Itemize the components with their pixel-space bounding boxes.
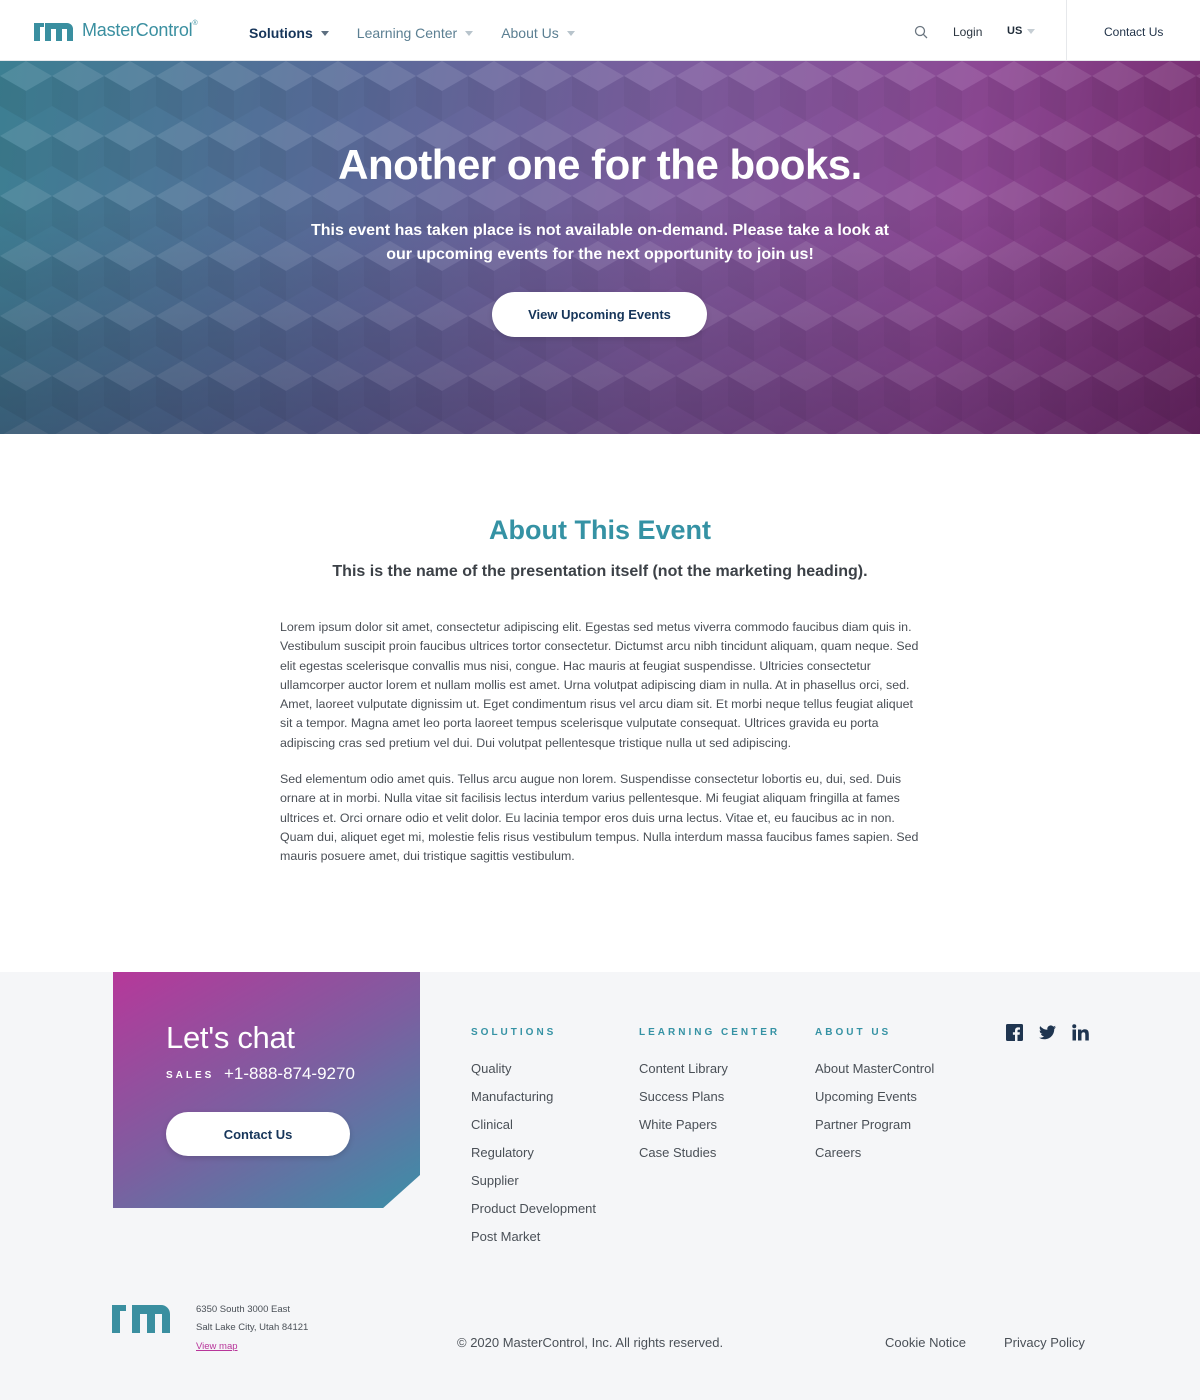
locale-label: US [1007, 25, 1023, 37]
footer-link-post-market[interactable]: Post Market [471, 1228, 596, 1256]
chevron-down-icon [320, 31, 329, 36]
main-nav: Solutions Learning Center About Us [249, 25, 603, 41]
privacy-policy-link[interactable]: Privacy Policy [1004, 1335, 1085, 1350]
footer-link-success-plans[interactable]: Success Plans [639, 1088, 780, 1116]
footer-link-partner-program[interactable]: Partner Program [815, 1116, 934, 1144]
brand-name: MasterControl® [82, 20, 198, 40]
nav-learning-center-label: Learning Center [356, 25, 458, 41]
hero-banner: Another one for the books. This event ha… [0, 61, 1200, 434]
footer-link-case-studies[interactable]: Case Studies [639, 1144, 780, 1172]
twitter-icon[interactable] [1039, 1024, 1056, 1041]
mastercontrol-logo-icon [34, 22, 73, 41]
header-divider [1066, 0, 1067, 61]
about-paragraph: Sed elementum odio amet quis. Tellus arc… [280, 772, 919, 864]
nav-about-us-label: About Us [501, 25, 559, 41]
footer-col-heading: LEARNING CENTER [639, 1027, 781, 1038]
footer-link-quality[interactable]: Quality [471, 1060, 596, 1088]
about-event-title: About This Event [489, 515, 711, 545]
cookie-notice-link[interactable]: Cookie Notice [885, 1335, 966, 1350]
chevron-down-icon [566, 31, 575, 36]
linkedin-icon[interactable] [1072, 1024, 1089, 1041]
company-address: 6350 South 3000 East Salt Lake City, Uta… [196, 1301, 308, 1337]
footer-link-regulatory[interactable]: Regulatory [471, 1144, 596, 1172]
footer-col-about-us: ABOUT US About MasterControl Upcoming Ev… [815, 1027, 934, 1172]
brand-logo[interactable]: MasterControl® [34, 20, 198, 41]
chevron-down-icon [465, 31, 474, 36]
site-header: MasterControl® Solutions Learning Center… [0, 0, 1200, 61]
mastercontrol-footer-logo-icon[interactable] [112, 1305, 170, 1333]
chat-title: Let's chat [166, 1020, 295, 1055]
footer-contact-us-button[interactable]: Contact Us [166, 1112, 350, 1156]
presentation-name: This is the name of the presentation its… [332, 563, 868, 580]
footer-link-manufacturing[interactable]: Manufacturing [471, 1088, 596, 1116]
copyright: © 2020 MasterControl, Inc. All rights re… [457, 1335, 724, 1350]
login-link[interactable]: Login [953, 25, 982, 39]
footer-link-content-library[interactable]: Content Library [639, 1060, 780, 1088]
footer-link-upcoming-events[interactable]: Upcoming Events [815, 1088, 934, 1116]
site-footer: Let's chat SALES +1-888-874-9270 Contact… [0, 972, 1200, 1400]
footer-col-heading: SOLUTIONS [471, 1027, 557, 1038]
footer-col-learning-center: LEARNING CENTER Content Library Success … [639, 1027, 780, 1172]
nav-about-us[interactable]: About Us [501, 25, 575, 41]
sales-phone[interactable]: +1-888-874-9270 [224, 1064, 355, 1084]
social-links [1006, 1024, 1089, 1041]
hero-subtitle: This event has taken place is not availa… [311, 222, 889, 263]
footer-link-careers[interactable]: Careers [815, 1144, 934, 1172]
footer-link-clinical[interactable]: Clinical [471, 1116, 596, 1144]
footer-link-product-development[interactable]: Product Development [471, 1200, 596, 1228]
address-line: 6350 South 3000 East [196, 1304, 291, 1315]
view-map-link[interactable]: View map [196, 1341, 238, 1352]
sales-label: SALES [166, 1070, 215, 1081]
nav-solutions[interactable]: Solutions [249, 25, 329, 41]
footer-col-heading: ABOUT US [815, 1027, 892, 1038]
footer-link-white-papers[interactable]: White Papers [639, 1116, 780, 1144]
address-line: Salt Lake City, Utah 84121 [196, 1322, 309, 1333]
footer-col-solutions: SOLUTIONS Quality Manufacturing Clinical… [471, 1027, 596, 1256]
footer-link-supplier[interactable]: Supplier [471, 1172, 596, 1200]
footer-link-about-mastercontrol[interactable]: About MasterControl [815, 1060, 934, 1088]
chevron-down-icon [1027, 29, 1036, 34]
facebook-icon[interactable] [1006, 1024, 1023, 1041]
search-icon[interactable] [914, 25, 928, 39]
about-paragraph: Lorem ipsum dolor sit amet, consectetur … [280, 620, 919, 750]
view-upcoming-events-button[interactable]: View Upcoming Events [492, 292, 707, 337]
lets-chat-card: Let's chat SALES +1-888-874-9270 Contact… [113, 972, 420, 1208]
contact-us-link[interactable]: Contact Us [1104, 25, 1163, 39]
nav-solutions-label: Solutions [249, 25, 313, 41]
locale-selector[interactable]: US [1007, 25, 1036, 37]
nav-learning-center[interactable]: Learning Center [356, 25, 474, 41]
about-event-body: Lorem ipsum dolor sit amet, consectetur … [280, 618, 922, 884]
hero-title: Another one for the books. [338, 141, 862, 188]
